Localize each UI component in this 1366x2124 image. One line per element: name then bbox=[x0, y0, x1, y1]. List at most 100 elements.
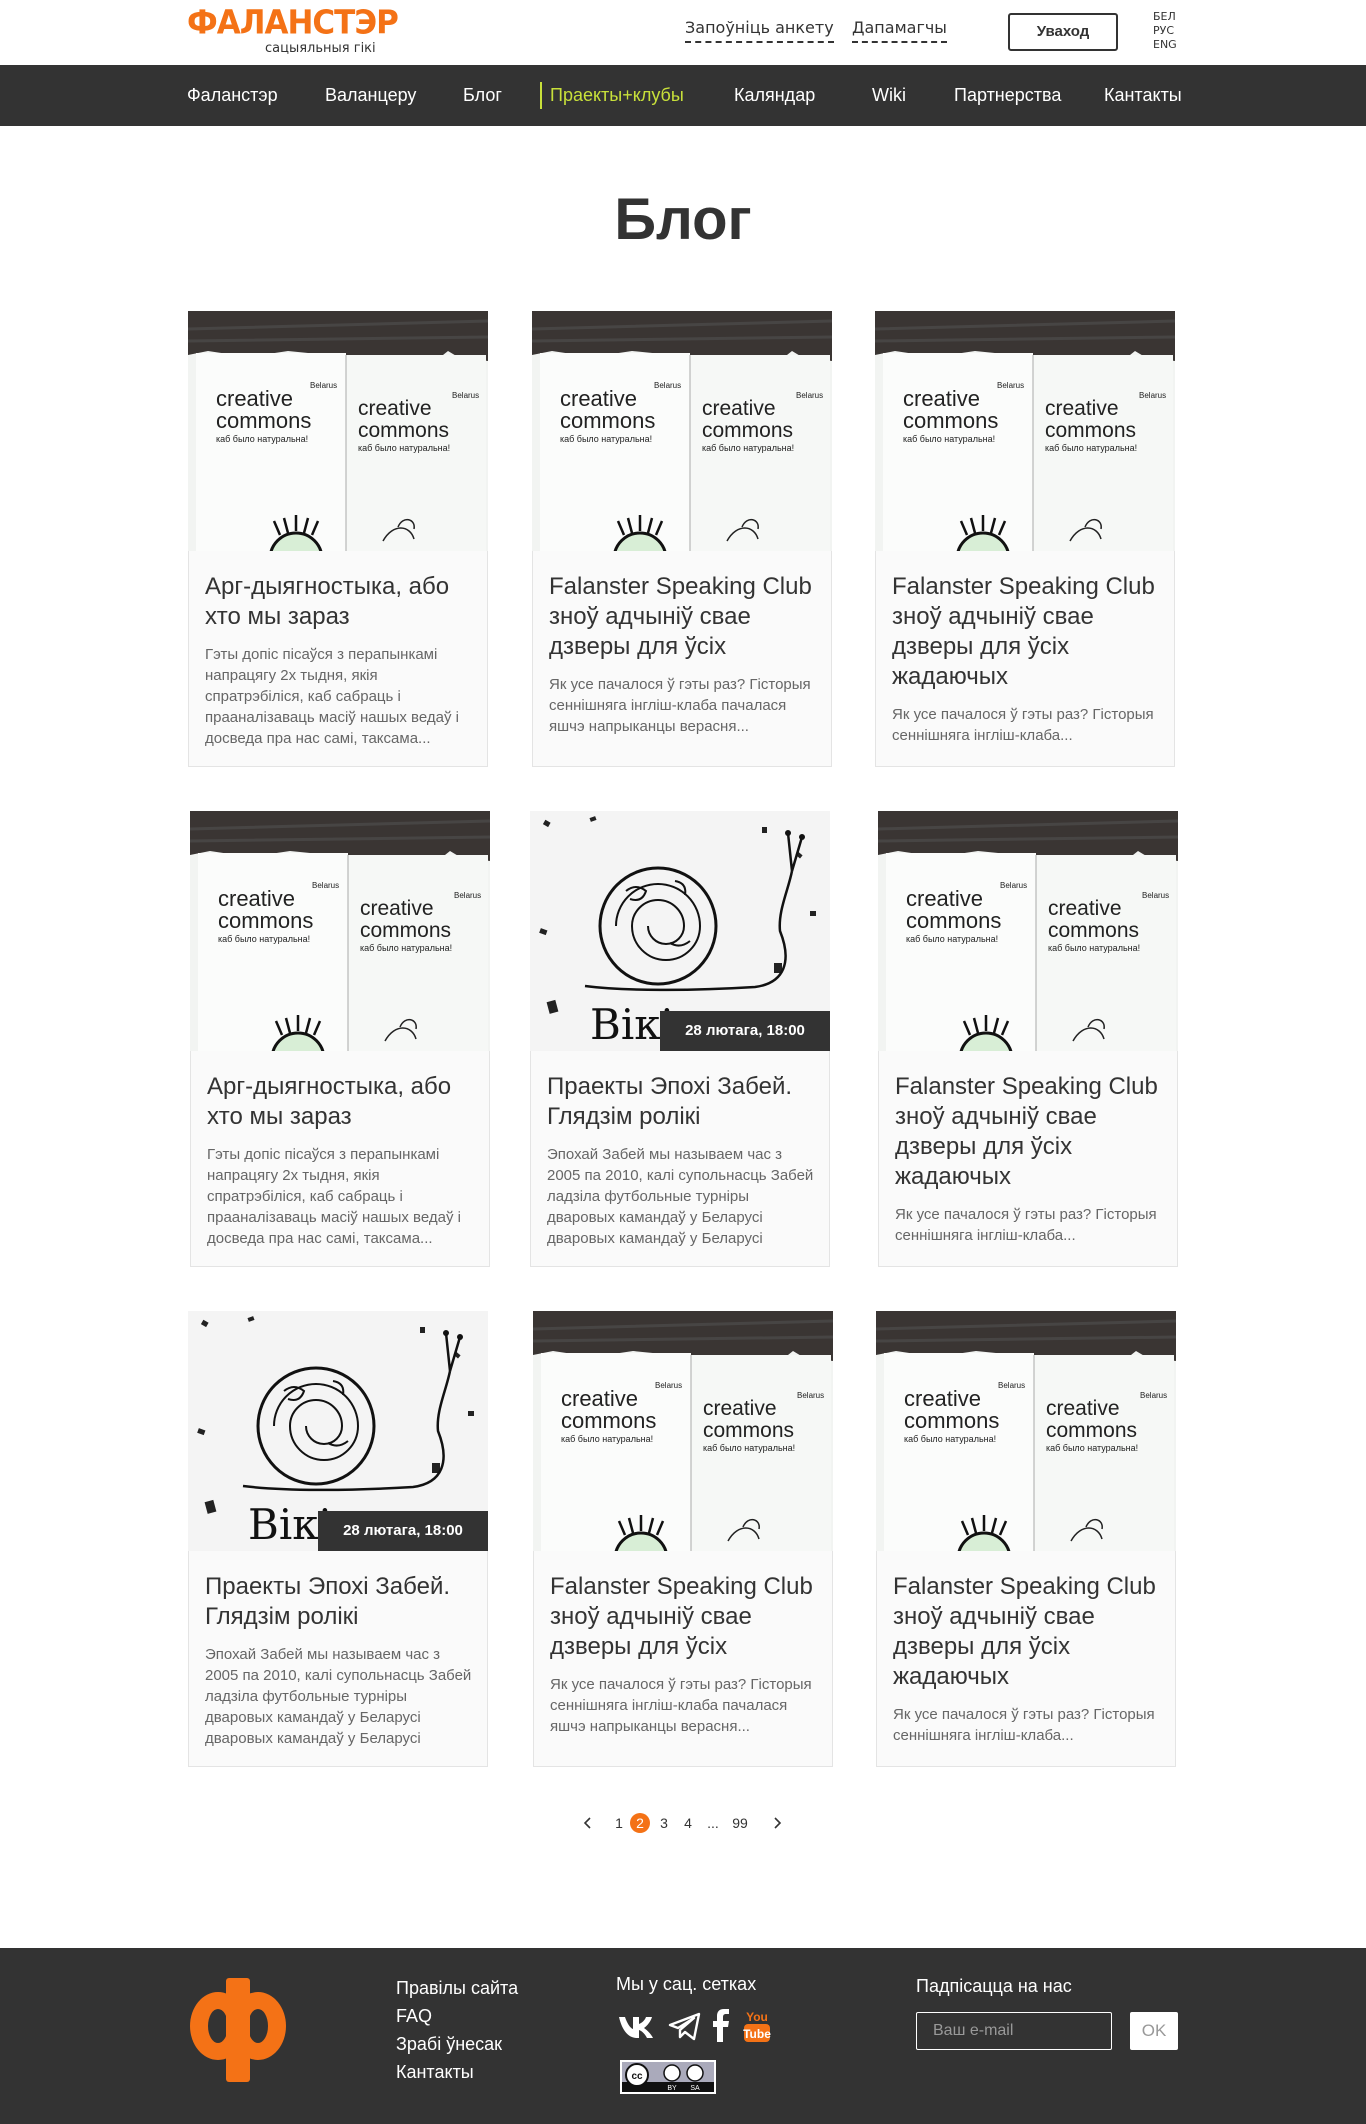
nav-projects-clubs[interactable]: Праекты+клубы bbox=[550, 65, 684, 126]
creative-commons-poster-image: Belarus creative commons каб было натура… bbox=[188, 311, 488, 551]
site-logo[interactable]: ФАЛАНСТЭР сацыяльныя гікі bbox=[187, 4, 399, 57]
svg-text:BY: BY bbox=[667, 2085, 677, 2092]
post-thumbnail[interactable]: Belarus creative commons каб было натура… bbox=[876, 1311, 1176, 1551]
creative-commons-poster-image: Belarus creative commons каб было натура… bbox=[190, 811, 490, 1051]
post-title-link[interactable]: Falanster Speaking Club зноў адчыніў сва… bbox=[892, 572, 1164, 692]
poster-slogan: каб было натуральна! bbox=[903, 434, 995, 444]
post-thumbnail[interactable]: Belarus creative commons каб было натура… bbox=[190, 811, 490, 1051]
poster-country: Belarus bbox=[654, 381, 681, 390]
poster-country-2: Belarus bbox=[796, 391, 823, 400]
poster-slogan-2: каб было натуральна! bbox=[358, 443, 450, 453]
nav-wiki[interactable]: Wiki bbox=[872, 65, 906, 126]
main-nav: Фаланстэр Валанцеру Блог Праекты+клубы К… bbox=[0, 65, 1366, 126]
poster-country: Belarus bbox=[655, 1381, 682, 1390]
language-switcher: БЕЛ РУС ENG bbox=[1153, 10, 1177, 52]
blog-post-card[interactable]: Belarus creative commons каб было натура… bbox=[876, 1311, 1176, 1767]
event-date-badge: 28 лютага, 18:00 bbox=[660, 1011, 830, 1051]
post-title-link[interactable]: Арг-дыягностыка, або хто мы зараз bbox=[207, 1072, 479, 1132]
nav-blog[interactable]: Блог bbox=[463, 65, 502, 126]
subscribe-ok-button[interactable]: OK bbox=[1130, 2012, 1178, 2050]
facebook-icon[interactable] bbox=[709, 2008, 731, 2044]
blog-post-card[interactable]: Belarus creative commons каб было натура… bbox=[188, 311, 488, 767]
footer-link-faq[interactable]: FAQ bbox=[396, 2002, 518, 2030]
nav-contacts[interactable]: Кантакты bbox=[1104, 65, 1182, 126]
post-thumbnail[interactable]: Belarus creative commons каб было натура… bbox=[532, 311, 832, 551]
page-ellipsis: ... bbox=[707, 1815, 719, 1831]
svg-text:SA: SA bbox=[690, 2085, 700, 2092]
lang-bel[interactable]: БЕЛ bbox=[1153, 10, 1177, 24]
help-link[interactable]: Дапамагчы bbox=[852, 15, 947, 43]
email-input[interactable] bbox=[916, 2012, 1112, 2050]
blog-post-card[interactable]: Belarus creative commons каб было натура… bbox=[875, 311, 1175, 767]
youtube-icon[interactable]: You Tube bbox=[742, 2008, 772, 2044]
event-date-badge: 28 лютага, 18:00 bbox=[318, 1511, 488, 1551]
creative-commons-poster-image: Belarus creative commons каб было натура… bbox=[878, 811, 1178, 1051]
footer-link-rules[interactable]: Правілы сайта bbox=[396, 1974, 518, 2002]
page: ФАЛАНСТЭР сацыяльныя гікі Запоўніць анке… bbox=[0, 0, 1366, 2124]
footer-logo-icon[interactable] bbox=[188, 1976, 288, 2084]
post-thumbnail[interactable]: Belarus creative commons каб было натура… bbox=[188, 311, 488, 551]
post-excerpt: Як усе пачалося ў гэты раз? Гісторыя сен… bbox=[549, 676, 811, 735]
creative-commons-poster-image: Belarus creative commons каб было натура… bbox=[533, 1311, 833, 1551]
blog-post-card[interactable]: Belarus creative commons каб было натура… bbox=[532, 311, 832, 767]
blog-post-card[interactable]: Belarus creative commons каб было натура… bbox=[878, 811, 1178, 1267]
page-1[interactable]: 1 bbox=[612, 1812, 626, 1834]
post-thumbnail[interactable]: Вікі 28 лютага, 18:00 bbox=[188, 1311, 488, 1551]
page-4[interactable]: 4 bbox=[681, 1812, 695, 1834]
page-title: Блог bbox=[614, 187, 752, 252]
telegram-icon[interactable] bbox=[667, 2008, 703, 2044]
post-excerpt: Як усе пачалося ў гэты раз? Гісторыя сен… bbox=[550, 1676, 812, 1735]
post-title-link[interactable]: Арг-дыягностыка, або хто мы зараз bbox=[205, 572, 477, 632]
poster-slogan-2: каб было натуральна! bbox=[1048, 943, 1140, 953]
login-button[interactable]: Уваход bbox=[1008, 13, 1118, 51]
post-thumbnail[interactable]: Belarus creative commons каб было натура… bbox=[878, 811, 1178, 1051]
blog-post-card[interactable]: Belarus creative commons каб было натура… bbox=[533, 1311, 833, 1767]
chevron-left-icon[interactable] bbox=[581, 1812, 595, 1834]
pagination: 1 2 3 4 ... 99 bbox=[0, 1812, 1366, 1836]
footer-link-donate[interactable]: Зрабі ўнесак bbox=[396, 2030, 518, 2058]
post-title-link[interactable]: Праекты Эпохі Забей. Глядзім ролікі bbox=[205, 1572, 477, 1632]
blog-post-card[interactable]: Вікі 28 лютага, 18:00 Праекты Эпохі Забе… bbox=[530, 811, 830, 1267]
poster-slogan: каб было натуральна! bbox=[216, 434, 308, 444]
nav-calendar[interactable]: Каляндар bbox=[734, 65, 815, 126]
poster-country: Belarus bbox=[312, 881, 339, 890]
vk-icon[interactable] bbox=[617, 2008, 653, 2044]
post-thumbnail[interactable]: Вікі 28 лютага, 18:00 bbox=[530, 811, 830, 1051]
lang-rus[interactable]: РУС bbox=[1153, 24, 1177, 38]
nav-falanster[interactable]: Фаланстэр bbox=[187, 65, 278, 126]
nav-partnership[interactable]: Партнерства bbox=[954, 65, 1061, 126]
creative-commons-poster-image: Belarus creative commons каб было натура… bbox=[532, 311, 832, 551]
poster-brand-3: creative bbox=[358, 397, 432, 420]
poster-brand-4: commons bbox=[358, 419, 449, 442]
post-title-link[interactable]: Falanster Speaking Club зноў адчыніў сва… bbox=[550, 1572, 822, 1662]
post-title-block: Falanster Speaking Club зноў адчыніў сва… bbox=[549, 572, 821, 737]
poster-slogan-2: каб было натуральна! bbox=[1045, 443, 1137, 453]
page-2-current[interactable]: 2 bbox=[630, 1813, 650, 1833]
post-title-link[interactable]: Праекты Эпохі Забей. Глядзім ролікі bbox=[547, 1072, 819, 1132]
poster-brand-3: creative bbox=[703, 1397, 777, 1420]
post-thumbnail[interactable]: Belarus creative commons каб было натура… bbox=[533, 1311, 833, 1551]
poster-brand-4: commons bbox=[360, 919, 451, 942]
questionnaire-link[interactable]: Запоўніць анкету bbox=[685, 15, 834, 43]
footer-link-contacts[interactable]: Кантакты bbox=[396, 2058, 518, 2086]
chevron-right-icon[interactable] bbox=[770, 1812, 784, 1834]
poster-brand-2: commons bbox=[561, 1408, 656, 1433]
blog-post-card[interactable]: Belarus creative commons каб было натура… bbox=[190, 811, 490, 1267]
page-99[interactable]: 99 bbox=[729, 1812, 751, 1834]
post-title-block: Праекты Эпохі Забей. Глядзім ролікі Эпох… bbox=[547, 1072, 819, 1249]
logo-text: ФАЛАНСТЭР bbox=[187, 4, 399, 42]
post-excerpt: Гэты допіс пісаўся з перапынкамі напраця… bbox=[207, 1146, 461, 1247]
poster-slogan-2: каб было натуральна! bbox=[703, 1443, 795, 1453]
lang-eng[interactable]: ENG bbox=[1153, 38, 1177, 52]
page-3[interactable]: 3 bbox=[657, 1812, 671, 1834]
poster-country: Belarus bbox=[997, 381, 1024, 390]
post-thumbnail[interactable]: Belarus creative commons каб было натура… bbox=[875, 311, 1175, 551]
post-title-link[interactable]: Falanster Speaking Club зноў адчыніў сва… bbox=[549, 572, 821, 662]
nav-volunteer[interactable]: Валанцеру bbox=[325, 65, 416, 126]
cc-license-icon[interactable]: cc BY SA bbox=[620, 2060, 716, 2094]
poster-country-2: Belarus bbox=[454, 891, 481, 900]
blog-post-card[interactable]: Вікі 28 лютага, 18:00 Праекты Эпохі Забе… bbox=[188, 1311, 488, 1767]
post-title-link[interactable]: Falanster Speaking Club зноў адчыніў сва… bbox=[895, 1072, 1167, 1192]
post-title-link[interactable]: Falanster Speaking Club зноў адчыніў сва… bbox=[893, 1572, 1165, 1692]
poster-brand-3: creative bbox=[1045, 397, 1119, 420]
